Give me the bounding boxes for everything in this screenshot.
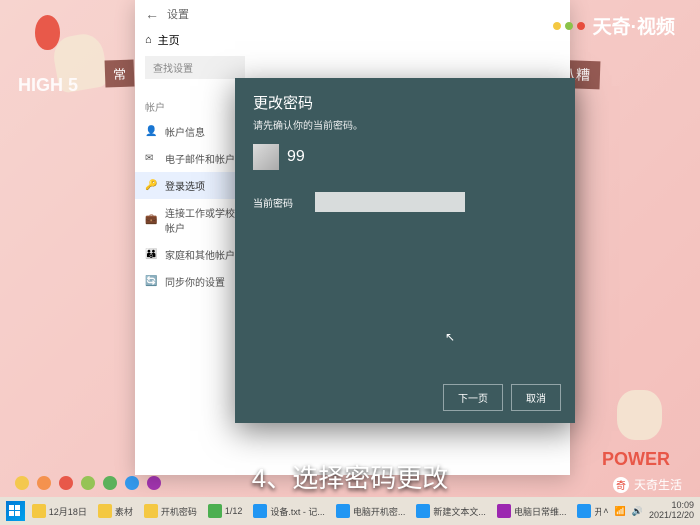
high5-text: HIGH 5	[18, 75, 78, 96]
fist-decoration	[617, 390, 662, 440]
taskbar-item-icon	[577, 504, 591, 518]
settings-sidebar: 帐户 👤 帐户信息 ✉ 电子邮件和帐户 🔑 登录选项 💼 连接工作或学校帐户 👪 家庭和其他帐户 🔄…	[135, 83, 250, 488]
sidebar-item[interactable]: 💼 连接工作或学校帐户	[135, 199, 250, 241]
color-dot	[15, 476, 29, 490]
taskbar-item-label: 1/12	[225, 506, 243, 516]
taskbar-item-label: 12月18日	[49, 505, 87, 518]
sidebar-item-label: 电子邮件和帐户	[165, 151, 235, 166]
sidebar-item-icon: 👪	[145, 249, 157, 261]
password-label: 当前密码	[253, 195, 303, 210]
change-password-dialog: 更改密码 请先确认你的当前密码。 99 当前密码 下一页 取消	[235, 78, 575, 423]
color-dot	[81, 476, 95, 490]
username: 99	[287, 148, 305, 166]
windows-icon	[9, 505, 21, 517]
taskbar-date[interactable]: 2021/12/20	[649, 511, 694, 521]
sidebar-item-icon: 🔑	[145, 180, 157, 192]
taskbar-item[interactable]: 电脑日常维...	[492, 502, 572, 520]
cursor-icon: ↖	[445, 330, 455, 344]
sidebar-item-label: 连接工作或学校帐户	[165, 205, 240, 235]
taskbar-item-label: 电脑开机密...	[353, 505, 406, 518]
taskbar-item-label: 电脑日常维...	[514, 505, 567, 518]
taskbar-item[interactable]: 1/12	[203, 502, 248, 520]
sidebar-item-icon: 💼	[145, 214, 157, 226]
password-row: 当前密码	[235, 186, 575, 218]
taskbar-item-icon	[32, 504, 46, 518]
taskbar-item-icon	[336, 504, 350, 518]
taskbar-item[interactable]: 素材	[93, 502, 138, 520]
taskbar-item[interactable]: 12月18日	[27, 502, 92, 520]
color-dot	[59, 476, 73, 490]
sidebar-item[interactable]: 👤 帐户信息	[135, 118, 250, 145]
sidebar-item[interactable]: 🔑 登录选项	[135, 172, 250, 199]
taskbar-item-label: 设备.txt - 记...	[270, 505, 325, 518]
taskbar-item-icon	[208, 504, 222, 518]
taskbar[interactable]: 12月18日 素材 开机密码 1/12 设备.txt - 记... 电脑开机密... 新建文…	[0, 497, 700, 525]
sidebar-item-icon: 👤	[145, 126, 157, 138]
next-button[interactable]: 下一页	[443, 384, 503, 411]
user-info: 99	[235, 144, 575, 186]
taskbar-item[interactable]: 设备.txt - 记...	[248, 502, 330, 520]
tray-chevron-icon[interactable]: ˄	[603, 506, 608, 516]
home-label: 主页	[158, 32, 180, 48]
search-input[interactable]: 查找设置	[145, 56, 245, 79]
dialog-title: 更改密码	[235, 78, 575, 117]
watermark-top: 天奇·视频	[553, 12, 675, 39]
window-title: 设置	[167, 6, 189, 22]
window-header: ← 设置	[135, 0, 570, 28]
taskbar-item-label: 开机密码	[161, 505, 197, 518]
taskbar-item-label: 开机密码.m...	[594, 505, 601, 518]
sidebar-item-icon: 🔄	[145, 276, 157, 288]
taskbar-item-icon	[144, 504, 158, 518]
watermark-text: 天奇·视频	[593, 12, 675, 39]
taskbar-item[interactable]: 开机密码.m...	[572, 502, 601, 520]
color-dot	[103, 476, 117, 490]
tray-volume-icon[interactable]: 🔊	[632, 506, 643, 517]
video-caption: 4、选择密码更改	[252, 458, 448, 495]
wm-dot	[553, 22, 561, 30]
taskbar-item-label: 新建文本文...	[433, 505, 486, 518]
power-text: POWER	[602, 449, 670, 470]
dialog-subtitle: 请先确认你的当前密码。	[235, 117, 575, 144]
taskbar-item-icon	[98, 504, 112, 518]
wm-dot	[577, 22, 585, 30]
watermark-bottom-right: 奇 天奇生活	[613, 476, 682, 493]
home-nav[interactable]: ⌂ 主页	[135, 28, 570, 52]
sidebar-item-label: 同步你的设置	[165, 274, 225, 289]
watermark-br-text: 天奇生活	[634, 476, 682, 493]
sidebar-item-icon: ✉	[145, 153, 157, 165]
taskbar-tray[interactable]: ˄ 📶 🔊 10:09 2021/12/20	[603, 501, 694, 521]
taskbar-item-icon	[253, 504, 267, 518]
taskbar-item-icon	[497, 504, 511, 518]
sidebar-item-label: 帐户信息	[165, 124, 205, 139]
sidebar-item[interactable]: 🔄 同步你的设置	[135, 268, 250, 295]
logo-icon: 奇	[613, 477, 629, 493]
taskbar-item[interactable]: 新建文本文...	[411, 502, 491, 520]
back-button[interactable]: ←	[145, 6, 159, 22]
color-dot	[37, 476, 51, 490]
start-button[interactable]	[6, 501, 25, 521]
taskbar-item-icon	[416, 504, 430, 518]
stamp-decoration-1: 常	[105, 60, 135, 88]
sidebar-item[interactable]: ✉ 电子邮件和帐户	[135, 145, 250, 172]
sidebar-item[interactable]: 👪 家庭和其他帐户	[135, 241, 250, 268]
taskbar-item-label: 素材	[115, 505, 133, 518]
current-password-input[interactable]	[315, 192, 465, 212]
cancel-button[interactable]: 取消	[511, 384, 561, 411]
avatar	[253, 144, 279, 170]
taskbar-item[interactable]: 开机密码	[139, 502, 202, 520]
home-icon: ⌂	[145, 34, 152, 46]
sidebar-item-label: 家庭和其他帐户	[165, 247, 235, 262]
tray-network-icon[interactable]: 📶	[615, 506, 626, 517]
taskbar-item[interactable]: 电脑开机密...	[331, 502, 411, 520]
wm-dot	[565, 22, 573, 30]
sidebar-category: 帐户	[135, 91, 250, 118]
sidebar-item-label: 登录选项	[165, 178, 205, 193]
